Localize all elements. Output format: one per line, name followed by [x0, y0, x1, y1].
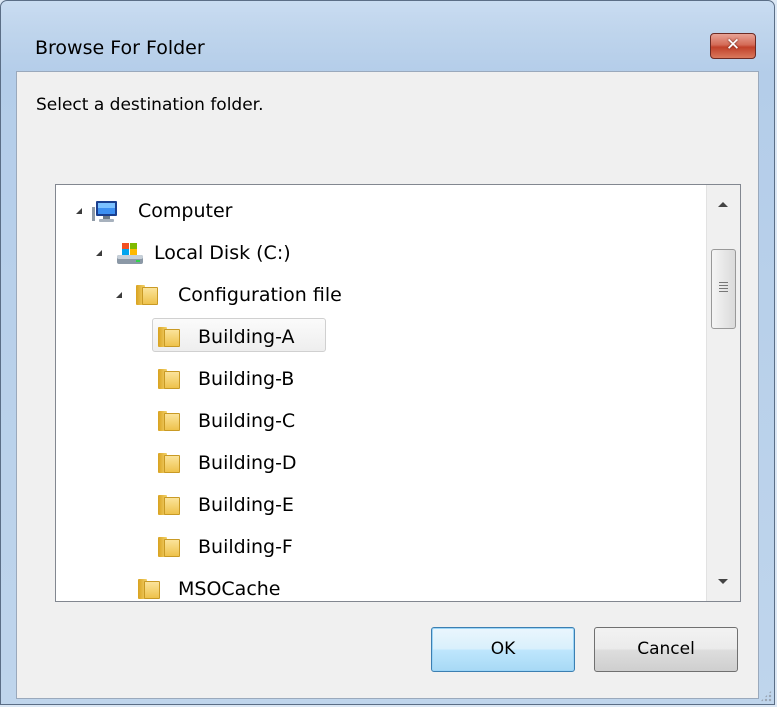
- tree-item-local-disk[interactable]: Local Disk (C:): [56, 235, 696, 271]
- title-bar[interactable]: Browse For Folder ✕: [1, 1, 774, 71]
- tree-item-label: Configuration file: [178, 284, 342, 306]
- tree-item-configuration-file[interactable]: Configuration file: [56, 277, 696, 313]
- tree-item-label: Building-B: [198, 368, 295, 390]
- cancel-button[interactable]: Cancel: [594, 627, 738, 672]
- tree-item-label: Building-F: [198, 536, 293, 558]
- window-title: Browse For Folder: [35, 37, 205, 59]
- grip-icon: [719, 282, 728, 294]
- ok-button[interactable]: OK: [431, 627, 575, 672]
- collapse-arrow-icon[interactable]: [116, 292, 122, 298]
- tree-item-label: Building-A: [198, 326, 295, 348]
- vertical-scrollbar[interactable]: [706, 185, 740, 601]
- tree-item-building-a[interactable]: Building-A: [56, 319, 696, 355]
- collapse-arrow-icon[interactable]: [96, 250, 102, 256]
- tree-item-building-f[interactable]: Building-F: [56, 529, 696, 565]
- folder-icon: [136, 285, 158, 305]
- folder-icon: [158, 369, 180, 389]
- tree-item-building-b[interactable]: Building-B: [56, 361, 696, 397]
- folder-icon: [158, 453, 180, 473]
- tree-item-label: Building-E: [198, 494, 294, 516]
- tree-item-label: Building-C: [198, 410, 296, 432]
- scrollbar-thumb[interactable]: [711, 249, 736, 329]
- tree-item-building-e[interactable]: Building-E: [56, 487, 696, 523]
- tree-item-label: Building-D: [198, 452, 297, 474]
- local-disk-icon: [117, 243, 143, 264]
- tree-item-computer[interactable]: Computer: [56, 193, 696, 229]
- folder-icon: [138, 579, 160, 599]
- folder-icon: [158, 327, 180, 347]
- close-button[interactable]: ✕: [710, 33, 756, 59]
- folder-icon: [158, 411, 180, 431]
- computer-icon: [92, 201, 117, 222]
- tree-item-label: Local Disk (C:): [154, 242, 291, 264]
- tree-item-building-c[interactable]: Building-C: [56, 403, 696, 439]
- folder-tree[interactable]: Computer Local Disk (C:) Configuration f…: [55, 184, 741, 602]
- tree-item-label: Computer: [138, 200, 233, 222]
- tree-item-label: MSOCache: [178, 578, 281, 600]
- scroll-up-icon[interactable]: [718, 202, 728, 207]
- folder-icon: [158, 495, 180, 515]
- collapse-arrow-icon[interactable]: [76, 208, 82, 214]
- scroll-down-icon[interactable]: [718, 579, 728, 584]
- close-icon: ✕: [725, 35, 741, 55]
- tree-item-msocache[interactable]: MSOCache: [56, 571, 696, 601]
- tree-item-building-d[interactable]: Building-D: [56, 445, 696, 481]
- folder-icon: [158, 537, 180, 557]
- dialog-prompt: Select a destination folder.: [36, 95, 264, 115]
